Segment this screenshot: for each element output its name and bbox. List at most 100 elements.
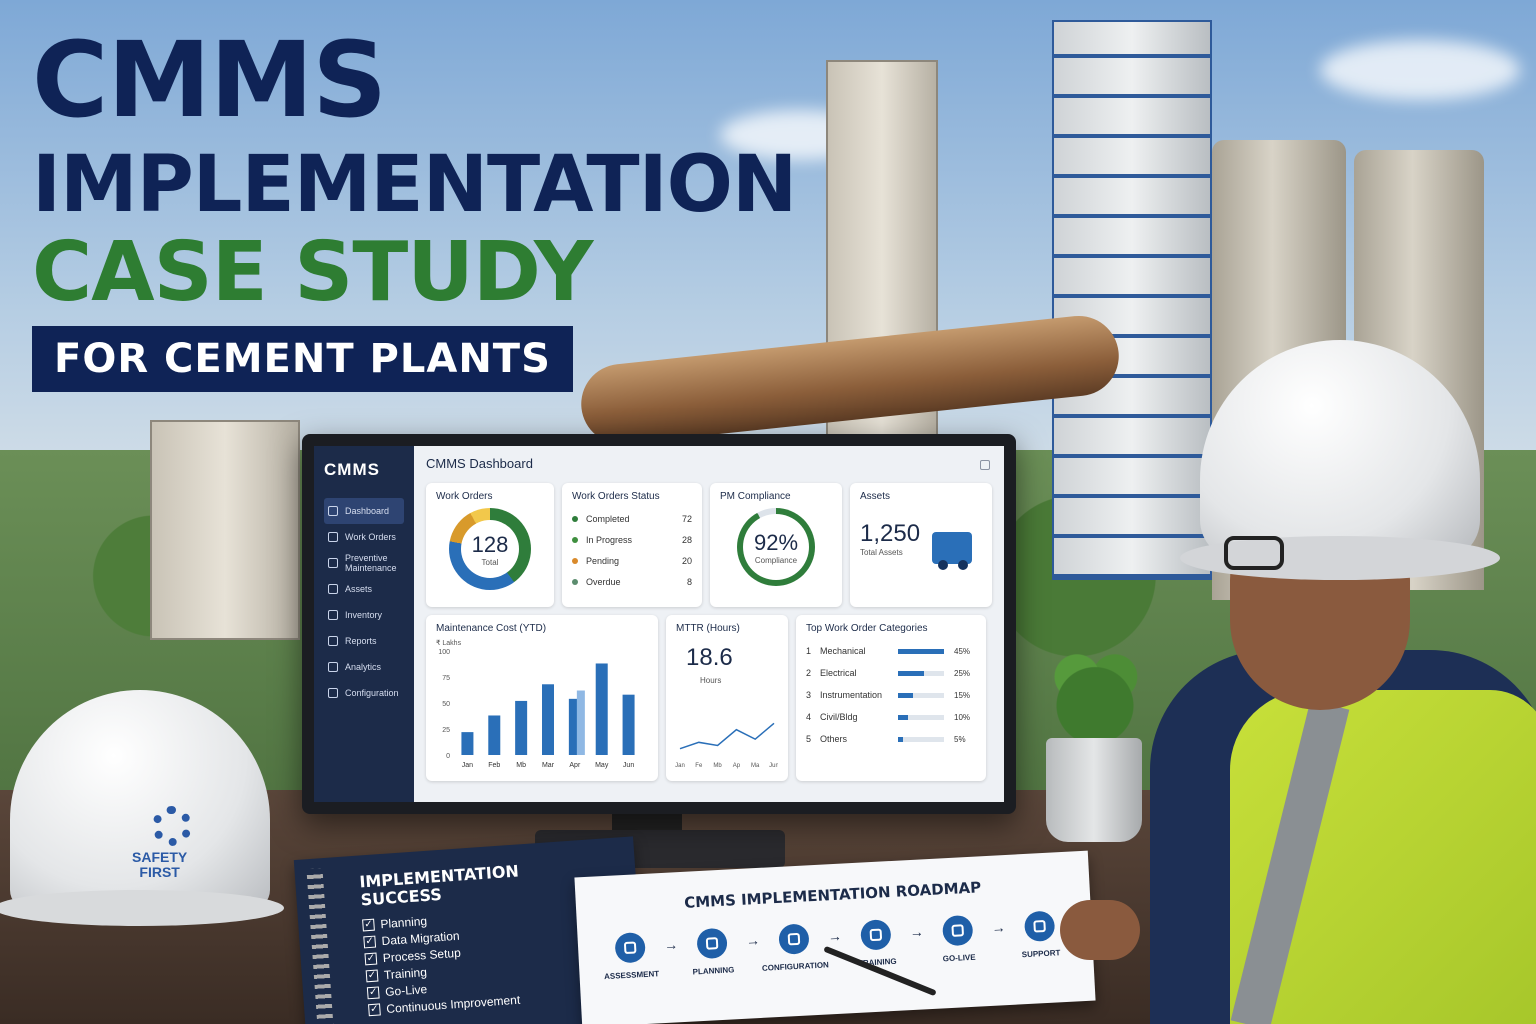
mttr-card[interactable]: MTTR (Hours) 18.6 Hours Jan Fe Mb Ap Ma Jun [666, 615, 788, 781]
status-value: 72 [681, 513, 692, 524]
report-icon [328, 636, 338, 646]
checklist-label: Go-Live [384, 981, 428, 999]
sidebar-item-dashboard[interactable]: Dashboard [324, 498, 404, 524]
sidebar-item-label: Configuration [345, 688, 399, 698]
roadmap-step-label: PLANNING [692, 965, 735, 977]
checklist-label: Planning [379, 913, 428, 931]
notebook-spiral [306, 868, 335, 1024]
card-title: Top Work Order Categories [806, 623, 928, 634]
roadmap-step: ASSESSMENT [595, 931, 665, 981]
cost-bar [595, 663, 608, 755]
category-label: Others [820, 734, 848, 744]
pm-compliance-value: 92% [753, 529, 799, 555]
work-orders-card[interactable]: Work Orders 128 Total [426, 483, 554, 607]
roadmap-sheet: CMMS IMPLEMENTATION ROADMAP ASSESSMENT → P… [574, 850, 1096, 1024]
headline-case-study: CASE STUDY [32, 225, 593, 320]
sidebar-item-analytics[interactable]: Analytics [324, 654, 404, 680]
card-title: Assets [860, 491, 891, 502]
work-orders-donut: 128 Total [449, 508, 531, 590]
monitor: CMMS Dashboard Work Orders Preventive Main… [302, 434, 1016, 814]
assets-card[interactable]: Assets 1,250 Total Assets [850, 483, 992, 607]
cost-bar [488, 715, 501, 755]
x-tick-label: Apr [569, 762, 581, 769]
status-dot [572, 578, 578, 585]
category-bar [898, 714, 909, 720]
assets-value: 1,250 [860, 519, 921, 547]
category-bar-track [898, 736, 944, 742]
cost-bar [515, 700, 528, 755]
sidebar-item-configuration[interactable]: Configuration [324, 680, 404, 706]
category-percent: 10% [954, 712, 971, 722]
app-title: CMMS [324, 460, 380, 479]
category-rank: 1 [806, 646, 812, 656]
cost-bar-secondary [576, 690, 585, 755]
status-label: Completed [586, 513, 630, 524]
category-row: 3 Instrumentation 15% [806, 684, 976, 706]
x-tick-label: Feb [488, 762, 500, 769]
roadmap-step: PLANNING [677, 927, 747, 977]
menu-icon[interactable] [980, 460, 990, 470]
x-tick-label: Jun [623, 762, 634, 769]
hardhat-prop: SAFETY FIRST [0, 690, 284, 940]
sidebar-item-assets[interactable]: Assets [324, 576, 404, 602]
category-rank: 5 [806, 734, 812, 744]
mttr-value: 18.6 [686, 644, 733, 671]
page-title: CMMS Dashboard [426, 456, 533, 471]
checkbox-icon: ✓ [365, 969, 379, 983]
mttr-caption: Hours [700, 676, 722, 685]
category-bar [898, 736, 904, 742]
plant-building [150, 420, 300, 640]
top-categories-card[interactable]: Top Work Order Categories 1 Mechanical 45%… [796, 615, 986, 781]
roadmap-step-label: CONFIGURATION [761, 960, 830, 973]
checkbox-icon: ✓ [368, 1003, 381, 1016]
sidebar-item-label: Preventive Maintenance [345, 553, 397, 573]
gear-icon [328, 688, 338, 698]
dashboard-icon [328, 506, 338, 516]
category-percent: 25% [954, 668, 971, 678]
sidebar-item-label: Reports [345, 636, 377, 646]
headline-implementation: IMPLEMENTATION [32, 140, 797, 230]
category-label: Mechanical [820, 646, 866, 656]
y-tick-label: 25 [442, 727, 450, 734]
checklist-label: Training [383, 964, 428, 982]
status-dot [572, 515, 578, 522]
mttr-trend-chart: Jan Fe Mb Ap Ma Jun [675, 722, 778, 769]
building-icon [328, 584, 338, 594]
clipboard-icon [328, 532, 338, 542]
worker-hardhat [1200, 340, 1480, 560]
y-tick-label: 50 [442, 701, 450, 708]
sidebar-item-work-orders[interactable]: Work Orders [324, 524, 404, 550]
status-label: Pending [586, 555, 620, 566]
maintenance-cost-card[interactable]: Maintenance Cost (YTD) ₹ Lakhs 0 25 50 75 100… [426, 615, 658, 781]
card-title: Maintenance Cost (YTD) [436, 623, 547, 634]
pm-compliance-card[interactable]: PM Compliance 92% Compliance [710, 483, 842, 607]
category-row: 5 Others 5% [806, 728, 976, 750]
work-orders-status-card[interactable]: Work Orders Status Completed 72 In Progres… [562, 483, 702, 607]
sidebar-item-preventive-maintenance[interactable]: Preventive Maintenance [324, 550, 404, 576]
category-bar [898, 670, 924, 676]
y-tick-label: 0 [446, 753, 450, 760]
notebook-title: IMPLEMENTATION SUCCESS [359, 856, 607, 909]
roadmap-step: GO-LIVE [923, 914, 993, 964]
sidebar-item-inventory[interactable]: Inventory [324, 602, 404, 628]
work-orders-value: 128 [471, 531, 509, 557]
x-tick-label: Mb [516, 762, 526, 769]
category-percent: 15% [954, 690, 971, 700]
status-dot [572, 536, 578, 543]
maintenance-cost-chart: ₹ Lakhs 0 25 50 75 100 Jan Feb Mb Mar Apr May Jun [436, 639, 635, 769]
status-row: Overdue 8 [572, 571, 692, 592]
category-label: Electrical [820, 668, 857, 678]
headline-cmms: CMMS [32, 19, 387, 141]
roadmap-step-icon [778, 923, 810, 955]
status-row: In Progress 28 [572, 529, 692, 550]
card-title: Work Orders Status [572, 491, 660, 502]
x-tick-label: Mb [713, 763, 722, 769]
analytics-icon [328, 662, 338, 672]
status-label: In Progress [586, 534, 633, 545]
sidebar-item-reports[interactable]: Reports [324, 628, 404, 654]
category-rank: 2 [806, 668, 812, 678]
cost-bar [461, 732, 474, 755]
x-tick-label: Fe [695, 763, 703, 769]
category-row: 4 Civil/Bldg 10% [806, 706, 976, 728]
status-value: 8 [686, 576, 692, 587]
